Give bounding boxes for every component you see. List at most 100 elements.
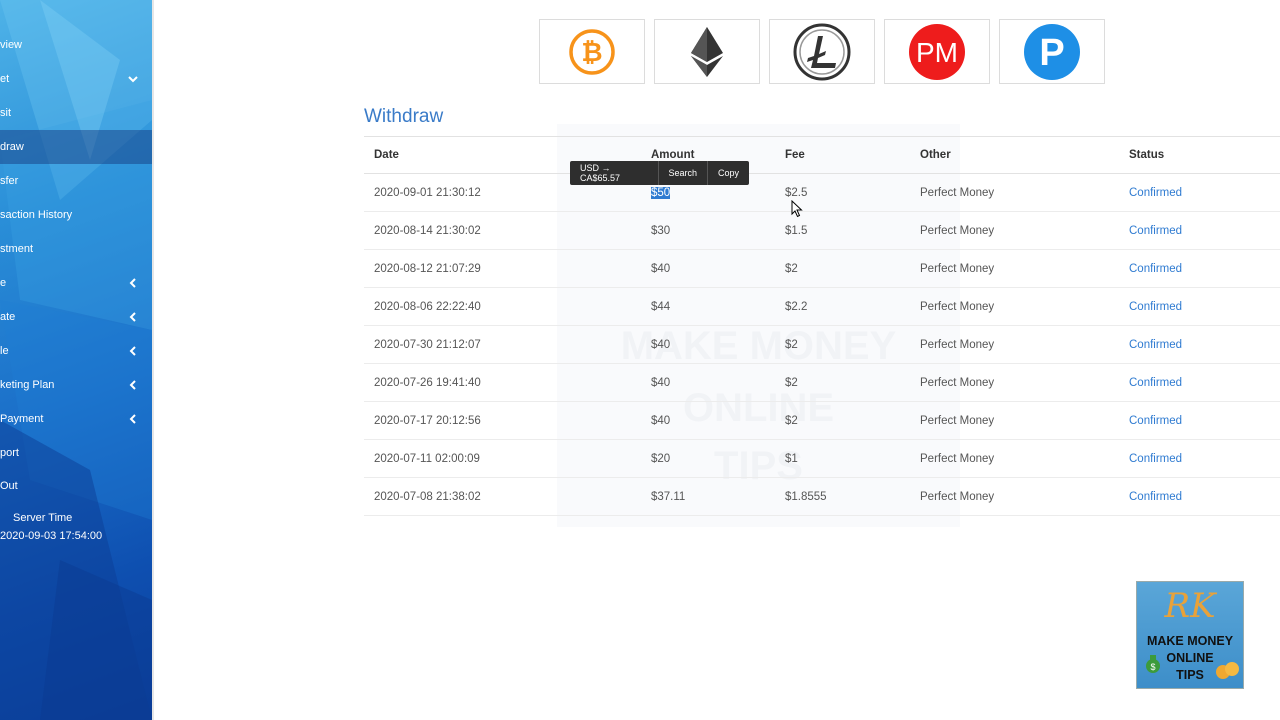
table-row: 2020-08-12 21:07:29 $40 $2 Perfect Money Con… (364, 249, 1280, 288)
cell-status[interactable]: Confirmed (1129, 439, 1280, 478)
cell-other: Perfect Money (920, 439, 1129, 478)
chevron-left-icon (129, 278, 136, 288)
perfect-money-button[interactable]: PM (884, 19, 990, 84)
sidebar-item[interactable]: saction History (0, 198, 152, 232)
sidebar-item[interactable]: port (0, 436, 152, 470)
cell-status[interactable]: Confirmed (1129, 249, 1280, 288)
cell-other: Perfect Money (920, 211, 1129, 250)
payeer-button[interactable]: P (999, 19, 1105, 84)
cell-amount: $40 (651, 249, 785, 288)
cell-fee: $2.5 (785, 173, 920, 212)
column-header-other: Other (920, 136, 1129, 174)
cell-date: 2020-07-26 19:41:40 (364, 363, 651, 402)
cell-other: Perfect Money (920, 363, 1129, 402)
sidebar-item[interactable]: ate (0, 300, 152, 334)
cell-status[interactable]: Confirmed (1129, 477, 1280, 516)
cell-status[interactable]: Confirmed (1129, 287, 1280, 326)
sidebar-item[interactable]: Payment (0, 402, 152, 436)
ethereum-button[interactable] (654, 19, 760, 84)
cell-date: 2020-08-14 21:30:02 (364, 211, 651, 250)
chevron-left-icon (129, 414, 136, 424)
sidebar-item-label: le (0, 345, 9, 357)
sidebar-item[interactable]: stment (0, 232, 152, 266)
chevron-left-icon (129, 346, 136, 356)
sidebar-item[interactable]: et (0, 62, 152, 96)
cell-amount: $40 (651, 401, 785, 440)
cell-fee: $2 (785, 401, 920, 440)
cell-amount: $30 (651, 211, 785, 250)
cell-date: 2020-07-30 21:12:07 (364, 325, 651, 364)
cell-other: Perfect Money (920, 173, 1129, 212)
sidebar-item[interactable]: sit (0, 96, 152, 130)
sidebar-item-label: et (0, 73, 10, 85)
column-header-status: Status (1129, 136, 1280, 174)
sidebar-item-label: e (0, 277, 7, 289)
cell-date: 2020-07-11 02:00:09 (364, 439, 651, 478)
cell-amount: $20 (651, 439, 785, 478)
table-row: 2020-09-01 21:30:12 $50 $2.5 Perfect Money C… (364, 173, 1280, 212)
table-row: 2020-07-11 02:00:09 $20 $1 Perfect Money Con… (364, 439, 1280, 478)
cell-amount: $40 (651, 325, 785, 364)
table-header-row: Date Amount Fee Other Status (364, 136, 1280, 174)
cell-fee: $1 (785, 439, 920, 478)
sidebar-item-label: sit (0, 107, 11, 119)
table-row: 2020-08-14 21:30:02 $30 $1.5 Perfect Money C… (364, 211, 1280, 250)
cell-other: Perfect Money (920, 477, 1129, 516)
page-title: Withdraw (364, 106, 444, 127)
logo-monogram: RK (1164, 586, 1216, 626)
search-button[interactable]: Search (659, 168, 708, 178)
sidebar-item[interactable]: le (0, 334, 152, 368)
coins-icon (1216, 662, 1239, 679)
cell-date: 2020-08-06 22:22:40 (364, 287, 651, 326)
cell-fee: $1.8555 (785, 477, 920, 516)
sidebar-item[interactable]: draw (0, 130, 152, 164)
sidebar-item[interactable]: e (0, 266, 152, 300)
litecoin-button[interactable] (769, 19, 875, 84)
svg-text:P: P (1039, 32, 1064, 74)
chevron-left-icon (129, 380, 136, 390)
server-time-value: 2020-09-03 17:54:00 (0, 530, 103, 542)
cell-status[interactable]: Confirmed (1129, 211, 1280, 250)
cell-other: Perfect Money (920, 325, 1129, 364)
cell-status[interactable]: Confirmed (1129, 401, 1280, 440)
money-bag-icon: $ (1146, 655, 1160, 673)
table-row: 2020-07-08 21:38:02 $37.11 $1.8555 Perfect … (364, 477, 1280, 516)
litecoin-icon (793, 23, 851, 80)
bitcoin-button[interactable]: ₿ (539, 19, 645, 84)
bitcoin-icon: ₿ (569, 28, 615, 75)
sidebar-item-label: view (0, 39, 23, 51)
cell-amount: $37.11 (651, 477, 785, 516)
currency-conversion[interactable]: USD → CA$65.57 (570, 163, 658, 183)
sidebar-item[interactable]: Out (0, 469, 152, 503)
cell-fee: $2.2 (785, 287, 920, 326)
cell-status[interactable]: Confirmed (1129, 173, 1280, 212)
sidebar-item-label: ate (0, 311, 16, 323)
cell-amount: $40 (651, 363, 785, 402)
sidebar-item-label: Out (0, 480, 18, 492)
cell-amount: $44 (651, 287, 785, 326)
chevron-left-icon (129, 312, 136, 322)
sidebar-item[interactable]: view (0, 28, 152, 62)
ethereum-icon (691, 26, 723, 77)
cell-status[interactable]: Confirmed (1129, 325, 1280, 364)
cell-other: Perfect Money (920, 287, 1129, 326)
sidebar-item[interactable]: sfer (0, 164, 152, 198)
sidebar: view et sit draw sfer saction History stment e a… (0, 0, 154, 720)
perfect-money-icon: PM (909, 23, 965, 80)
logo-text-line: MAKE MONEY (1146, 634, 1234, 648)
table-row: 2020-08-06 22:22:40 $44 $2.2 Perfect Money C… (364, 287, 1280, 326)
selected-text[interactable]: $50 (651, 186, 671, 199)
column-header-fee: Fee (785, 136, 920, 174)
payeer-icon: P (1024, 23, 1080, 80)
withdraw-table: Date Amount Fee Other Status 2020-09-01 … (364, 136, 1280, 516)
copy-button[interactable]: Copy (708, 168, 749, 178)
sidebar-item-label: sfer (0, 175, 19, 187)
mouse-cursor-icon (791, 200, 803, 218)
channel-logo: RK MAKE MONEY ONLINE TIPS $ (1136, 581, 1244, 689)
cell-other: Perfect Money (920, 401, 1129, 440)
cell-date: 2020-07-17 20:12:56 (364, 401, 651, 440)
sidebar-item[interactable]: keting Plan (0, 368, 152, 402)
cell-other: Perfect Money (920, 249, 1129, 288)
cell-status[interactable]: Confirmed (1129, 363, 1280, 402)
table-row: 2020-07-26 19:41:40 $40 $2 Perfect Money Con… (364, 363, 1280, 402)
